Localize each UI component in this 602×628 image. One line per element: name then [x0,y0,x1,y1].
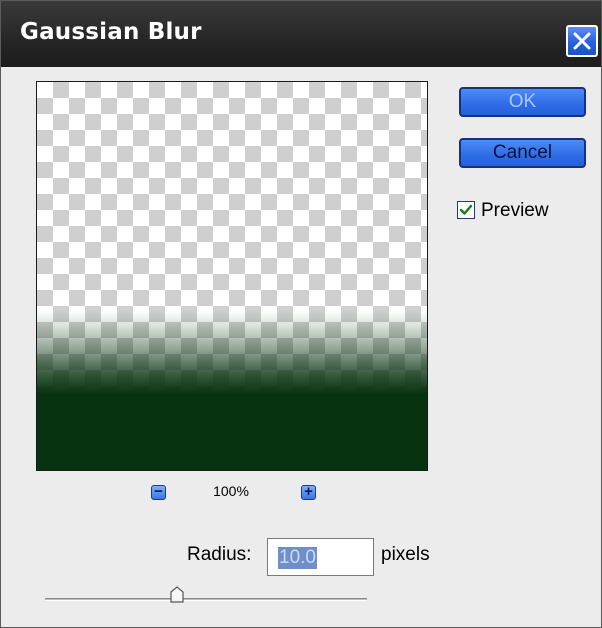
ok-button[interactable]: OK [459,87,586,117]
minus-icon: − [154,483,163,500]
plus-icon: + [304,483,313,500]
preview-checkbox[interactable] [457,201,475,219]
zoom-level: 100% [213,483,249,499]
radius-value: 10.0 [278,547,317,569]
dialog-title: Gaussian Blur [20,19,202,45]
close-button[interactable] [566,25,598,57]
cancel-button[interactable]: Cancel [459,138,586,168]
zoom-in-button[interactable]: + [301,483,316,500]
gaussian-blur-dialog: Gaussian Blur − 100% + OK Cancel Preview… [0,0,602,628]
radius-input[interactable]: 10.0 [267,538,374,576]
blurred-preview-image [37,82,427,470]
radius-unit-label: pixels [381,544,430,565]
radius-label: Radius: [187,544,252,565]
preview-canvas[interactable] [36,81,428,471]
radius-slider-track[interactable] [45,598,367,601]
close-icon [573,32,591,50]
preview-checkbox-label[interactable]: Preview [481,200,549,222]
zoom-out-button[interactable]: − [151,483,166,500]
title-bar[interactable]: Gaussian Blur [1,1,601,67]
checkmark-icon [459,204,473,215]
slider-thumb-icon[interactable] [170,586,184,604]
